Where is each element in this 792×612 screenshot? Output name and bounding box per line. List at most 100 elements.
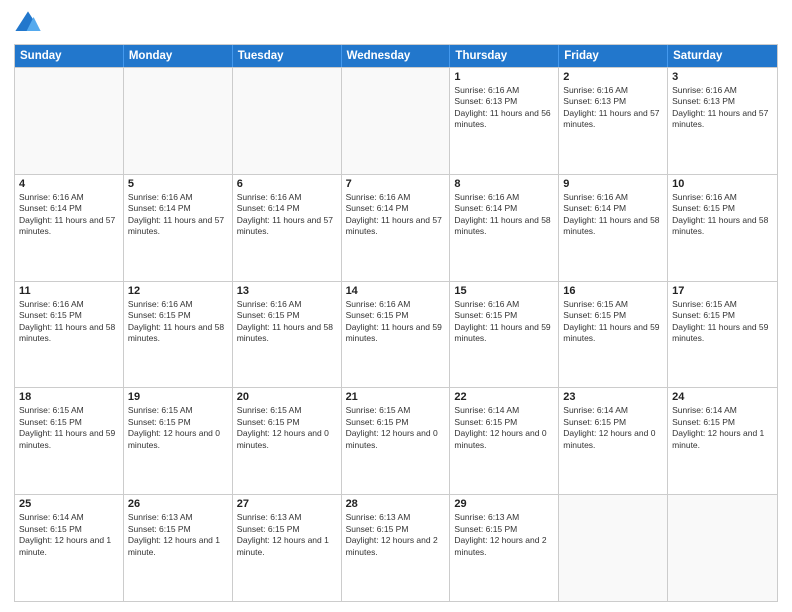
cell-day-number: 18 xyxy=(19,391,119,403)
cal-cell: 14Sunrise: 6:16 AM Sunset: 6:15 PM Dayli… xyxy=(342,282,451,388)
cell-info: Sunrise: 6:16 AM Sunset: 6:13 PM Dayligh… xyxy=(454,85,554,131)
cell-info: Sunrise: 6:14 AM Sunset: 6:15 PM Dayligh… xyxy=(454,405,554,451)
cal-cell xyxy=(342,68,451,174)
cal-cell: 12 Sunrise: 6:16 AM Sunset: 6:15 PM Dayli… xyxy=(124,282,233,388)
week-row-4: 18 Sunrise: 6:15 AM Sunset: 6:15 PM Dayli… xyxy=(15,387,777,494)
cell-info: Sunrise: 6:15 AM Sunset: 6:15 PM Dayligh… xyxy=(128,405,228,451)
cell-day-number: 9 xyxy=(563,178,663,190)
calendar: SundayMondayTuesdayWednesdayThursdayFrid… xyxy=(14,44,778,602)
cell-day-number: 23 xyxy=(563,391,663,403)
cell-info: Sunrise: 6:14 AM Sunset: 6:15 PM Dayligh… xyxy=(563,405,663,451)
cal-cell: 26 Sunrise: 6:13 AM Sunset: 6:15 PM Dayli… xyxy=(124,495,233,601)
cell-day-number: 15 xyxy=(454,285,554,297)
cal-cell: 13 Sunrise: 6:16 AM Sunset: 6:15 PM Dayli… xyxy=(233,282,342,388)
cell-info: Sunrise: 6:16 AM Sunset: 6:13 PM Dayligh… xyxy=(563,85,663,131)
cell-day-number: 12 xyxy=(128,285,228,297)
cal-cell: 19 Sunrise: 6:15 AM Sunset: 6:15 PM Dayli… xyxy=(124,388,233,494)
header-day-wednesday: Wednesday xyxy=(342,45,451,67)
header-day-thursday: Thursday xyxy=(450,45,559,67)
cal-cell xyxy=(559,495,668,601)
cell-day-number: 19 xyxy=(128,391,228,403)
cal-cell: 17Sunrise: 6:15 AM Sunset: 6:15 PM Dayli… xyxy=(668,282,777,388)
cell-info: Sunrise: 6:16 AM Sunset: 6:13 PM Dayligh… xyxy=(672,85,773,131)
cal-cell: 27Sunrise: 6:13 AM Sunset: 6:15 PM Dayli… xyxy=(233,495,342,601)
cal-cell: 21Sunrise: 6:15 AM Sunset: 6:15 PM Dayli… xyxy=(342,388,451,494)
cal-cell xyxy=(124,68,233,174)
cell-info: Sunrise: 6:13 AM Sunset: 6:15 PM Dayligh… xyxy=(128,512,228,558)
cell-info: Sunrise: 6:13 AM Sunset: 6:15 PM Dayligh… xyxy=(454,512,554,558)
cell-day-number: 3 xyxy=(672,71,773,83)
cell-day-number: 8 xyxy=(454,178,554,190)
cell-info: Sunrise: 6:15 AM Sunset: 6:15 PM Dayligh… xyxy=(672,299,773,345)
cell-info: Sunrise: 6:14 AM Sunset: 6:15 PM Dayligh… xyxy=(672,405,773,451)
cell-day-number: 26 xyxy=(128,498,228,510)
cell-day-number: 25 xyxy=(19,498,119,510)
cell-day-number: 4 xyxy=(19,178,119,190)
cell-day-number: 10 xyxy=(672,178,773,190)
cell-info: Sunrise: 6:13 AM Sunset: 6:15 PM Dayligh… xyxy=(346,512,446,558)
cell-day-number: 2 xyxy=(563,71,663,83)
cal-cell: 22 Sunrise: 6:14 AM Sunset: 6:15 PM Dayli… xyxy=(450,388,559,494)
cell-info: Sunrise: 6:16 AM Sunset: 6:15 PM Dayligh… xyxy=(454,299,554,345)
cal-cell xyxy=(15,68,124,174)
header-day-monday: Monday xyxy=(124,45,233,67)
cal-cell: 6 Sunrise: 6:16 AM Sunset: 6:14 PM Daylig… xyxy=(233,175,342,281)
cal-cell: 28 Sunrise: 6:13 AM Sunset: 6:15 PM Dayli… xyxy=(342,495,451,601)
page: SundayMondayTuesdayWednesdayThursdayFrid… xyxy=(0,0,792,612)
calendar-header-row: SundayMondayTuesdayWednesdayThursdayFrid… xyxy=(15,45,777,67)
cell-info: Sunrise: 6:16 AM Sunset: 6:14 PM Dayligh… xyxy=(563,192,663,238)
cell-day-number: 29 xyxy=(454,498,554,510)
week-row-2: 4 Sunrise: 6:16 AM Sunset: 6:14 PM Daylig… xyxy=(15,174,777,281)
cell-day-number: 27 xyxy=(237,498,337,510)
week-row-1: 1 Sunrise: 6:16 AM Sunset: 6:13 PM Daylig… xyxy=(15,67,777,174)
cal-cell: 18 Sunrise: 6:15 AM Sunset: 6:15 PM Dayli… xyxy=(15,388,124,494)
cell-day-number: 24 xyxy=(672,391,773,403)
cell-day-number: 6 xyxy=(237,178,337,190)
cal-cell: 24 Sunrise: 6:14 AM Sunset: 6:15 PM Dayli… xyxy=(668,388,777,494)
cell-day-number: 22 xyxy=(454,391,554,403)
cell-info: Sunrise: 6:15 AM Sunset: 6:15 PM Dayligh… xyxy=(237,405,337,451)
cal-cell: 7 Sunrise: 6:16 AM Sunset: 6:14 PM Daylig… xyxy=(342,175,451,281)
cell-day-number: 21 xyxy=(346,391,446,403)
week-row-3: 11 Sunrise: 6:16 AM Sunset: 6:15 PM Dayli… xyxy=(15,281,777,388)
cal-cell: 25 Sunrise: 6:14 AM Sunset: 6:15 PM Dayli… xyxy=(15,495,124,601)
cal-cell: 29 Sunrise: 6:13 AM Sunset: 6:15 PM Dayli… xyxy=(450,495,559,601)
cell-day-number: 1 xyxy=(454,71,554,83)
cal-cell: 20 Sunrise: 6:15 AM Sunset: 6:15 PM Dayli… xyxy=(233,388,342,494)
cell-day-number: 13 xyxy=(237,285,337,297)
cell-info: Sunrise: 6:16 AM Sunset: 6:15 PM Dayligh… xyxy=(346,299,446,345)
cal-cell: 16 Sunrise: 6:15 AM Sunset: 6:15 PM Dayli… xyxy=(559,282,668,388)
cal-cell: 3 Sunrise: 6:16 AM Sunset: 6:13 PM Daylig… xyxy=(668,68,777,174)
cal-cell: 23 Sunrise: 6:14 AM Sunset: 6:15 PM Dayli… xyxy=(559,388,668,494)
logo xyxy=(14,10,46,38)
cell-info: Sunrise: 6:16 AM Sunset: 6:14 PM Dayligh… xyxy=(237,192,337,238)
cal-cell: 8Sunrise: 6:16 AM Sunset: 6:14 PM Daylig… xyxy=(450,175,559,281)
header xyxy=(14,10,778,38)
cell-info: Sunrise: 6:15 AM Sunset: 6:15 PM Dayligh… xyxy=(563,299,663,345)
cell-day-number: 16 xyxy=(563,285,663,297)
cell-info: Sunrise: 6:15 AM Sunset: 6:15 PM Dayligh… xyxy=(19,405,119,451)
cell-day-number: 20 xyxy=(237,391,337,403)
cell-info: Sunrise: 6:16 AM Sunset: 6:14 PM Dayligh… xyxy=(19,192,119,238)
cell-info: Sunrise: 6:14 AM Sunset: 6:15 PM Dayligh… xyxy=(19,512,119,558)
cell-day-number: 7 xyxy=(346,178,446,190)
header-day-tuesday: Tuesday xyxy=(233,45,342,67)
logo-icon xyxy=(14,10,42,38)
cell-info: Sunrise: 6:16 AM Sunset: 6:15 PM Dayligh… xyxy=(128,299,228,345)
cell-day-number: 11 xyxy=(19,285,119,297)
header-day-saturday: Saturday xyxy=(668,45,777,67)
cal-cell: 4 Sunrise: 6:16 AM Sunset: 6:14 PM Daylig… xyxy=(15,175,124,281)
cal-cell xyxy=(233,68,342,174)
cell-day-number: 28 xyxy=(346,498,446,510)
header-day-sunday: Sunday xyxy=(15,45,124,67)
cell-info: Sunrise: 6:16 AM Sunset: 6:15 PM Dayligh… xyxy=(237,299,337,345)
cell-info: Sunrise: 6:16 AM Sunset: 6:14 PM Dayligh… xyxy=(346,192,446,238)
cal-cell: 15 Sunrise: 6:16 AM Sunset: 6:15 PM Dayli… xyxy=(450,282,559,388)
cal-cell: 10Sunrise: 6:16 AM Sunset: 6:15 PM Dayli… xyxy=(668,175,777,281)
week-row-5: 25 Sunrise: 6:14 AM Sunset: 6:15 PM Dayli… xyxy=(15,494,777,601)
cell-info: Sunrise: 6:16 AM Sunset: 6:15 PM Dayligh… xyxy=(19,299,119,345)
cell-day-number: 5 xyxy=(128,178,228,190)
cal-cell: 9 Sunrise: 6:16 AM Sunset: 6:14 PM Daylig… xyxy=(559,175,668,281)
cal-cell: 5Sunrise: 6:16 AM Sunset: 6:14 PM Daylig… xyxy=(124,175,233,281)
cal-cell: 1 Sunrise: 6:16 AM Sunset: 6:13 PM Daylig… xyxy=(450,68,559,174)
